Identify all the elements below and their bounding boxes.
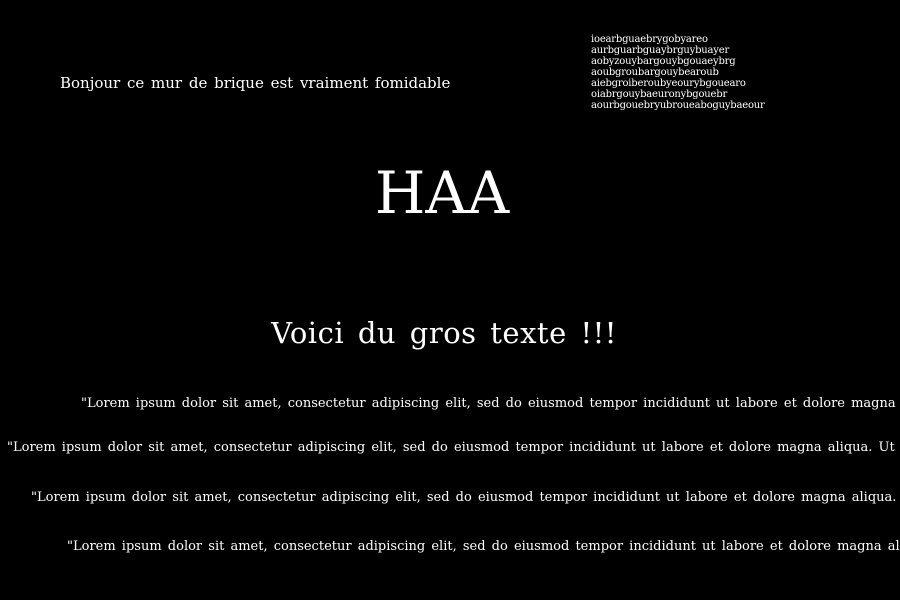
lorem-paragraph: "Lorem ipsum dolor sit amet, consectetur…	[81, 396, 900, 411]
lorem-paragraph: "Lorem ipsum dolor sit amet, consectetur…	[67, 539, 900, 554]
lorem-paragraph: "Lorem ipsum dolor sit amet, consectetur…	[7, 440, 900, 455]
lorem-paragraphs: "Lorem ipsum dolor sit amet, consectetur…	[0, 0, 900, 600]
lorem-paragraph: "Lorem ipsum dolor sit amet, consectetur…	[31, 490, 900, 505]
